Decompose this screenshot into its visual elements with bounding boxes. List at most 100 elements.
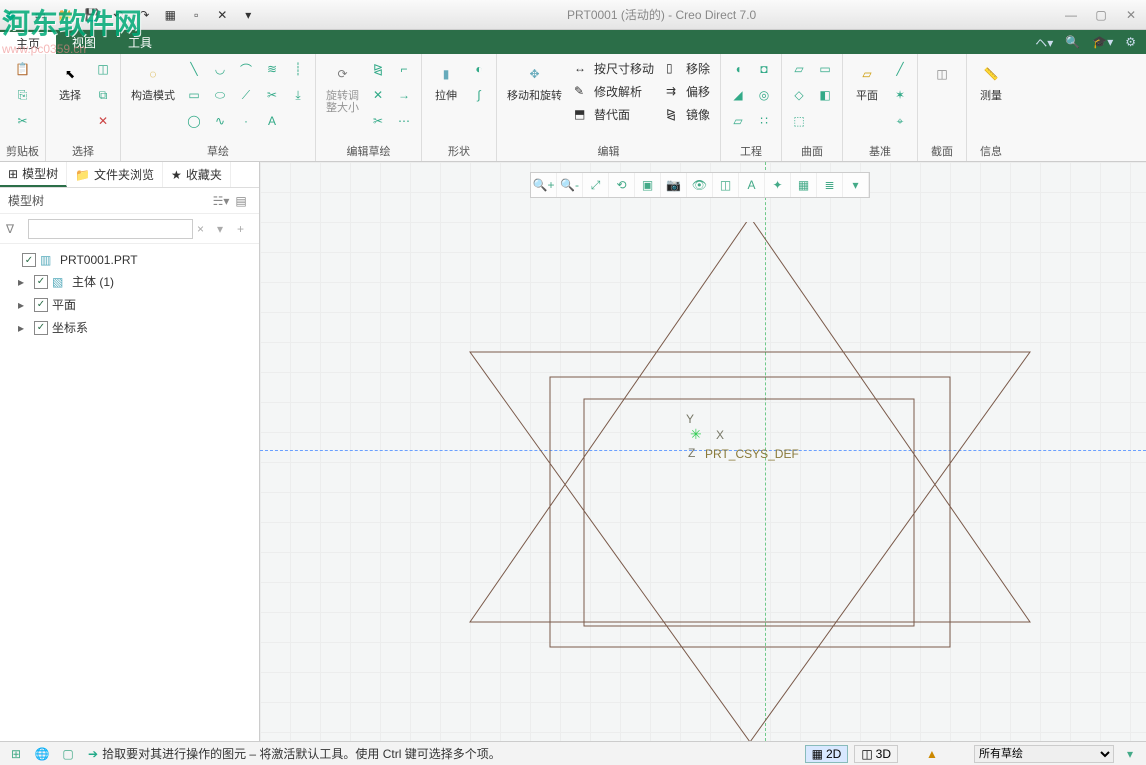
shell-icon[interactable]: ◘ [753, 58, 775, 80]
arc-icon[interactable]: ◡ [209, 58, 231, 80]
view-manager-icon[interactable]: 👁 [687, 173, 713, 197]
pattern-sk-icon[interactable]: ⋯ [393, 110, 415, 132]
search-dropdown-icon[interactable]: ▾ [217, 222, 233, 236]
save-icon[interactable]: 💾 [81, 5, 103, 25]
offset-sketch-icon[interactable]: ≋ [261, 58, 283, 80]
zoom-out-icon[interactable]: 🔍- [557, 173, 583, 197]
view-dropdown-icon[interactable]: ▾ [843, 173, 869, 197]
annotation-icon[interactable]: A [739, 173, 765, 197]
modify-analytic-button[interactable]: ✎修改解析 [570, 81, 658, 102]
spin-center-icon[interactable]: ✦ [765, 173, 791, 197]
tree-settings-icon[interactable]: ☵▾ [211, 191, 231, 211]
surf3-icon[interactable]: ⬚ [788, 110, 810, 132]
tab-model-tree[interactable]: ⊞模型树 [0, 162, 67, 187]
undo-icon[interactable]: ↶ [107, 5, 129, 25]
project-icon[interactable]: ⤓ [287, 84, 309, 106]
new-icon[interactable]: ▭ [29, 5, 51, 25]
status-filter-icon[interactable]: ▲ [922, 745, 942, 763]
tree-show-icon[interactable]: ▤ [231, 191, 251, 211]
minimize-button[interactable]: — [1056, 3, 1086, 27]
surf2-icon[interactable]: ◇ [788, 84, 810, 106]
redo-icon[interactable]: ↷ [133, 5, 155, 25]
line-icon[interactable]: ╲ [183, 58, 205, 80]
point3d-icon[interactable]: ✶ [889, 84, 911, 106]
replace-face-button[interactable]: ⬒替代面 [570, 104, 658, 125]
perspective-icon[interactable]: ▦ [791, 173, 817, 197]
gear-icon[interactable]: ⚙ [1125, 35, 1136, 49]
circle-icon[interactable]: ◯ [183, 110, 205, 132]
drawing-canvas[interactable]: 🔍+ 🔍- ⤢ ⟲ ▣ 📷 👁 ◫ A ✦ ▦ ≣ ▾ Y [260, 162, 1146, 741]
mirror-sk-icon[interactable]: ⧎ [367, 58, 389, 80]
extrude-button[interactable]: ▮ 拉伸 [428, 58, 464, 104]
zoom-fit-icon[interactable]: ⤢ [583, 173, 609, 197]
checkbox-icon[interactable]: ✓ [34, 275, 48, 289]
checkbox-icon[interactable]: ✓ [34, 298, 48, 312]
close-doc-icon[interactable]: ✕ [211, 5, 233, 25]
tree-root[interactable]: ✓ ▥ PRT0001.PRT [4, 250, 255, 270]
fillet-icon[interactable]: ⌒ [235, 58, 257, 80]
spline-icon[interactable]: ∿ [209, 110, 231, 132]
offset-button[interactable]: ⇉偏移 [662, 81, 714, 102]
ribbon-help-icon[interactable]: ヘ▾ [1035, 34, 1053, 51]
divide-icon[interactable]: ✕ [367, 84, 389, 106]
regen-icon[interactable]: ▦ [159, 5, 181, 25]
maximize-button[interactable]: ▢ [1086, 3, 1116, 27]
construct-mode-button[interactable]: ◌ 构造模式 [127, 58, 179, 104]
qat-dropdown-icon[interactable]: ▾ [237, 5, 259, 25]
extend-icon[interactable]: → [393, 84, 415, 106]
surf1-icon[interactable]: ▱ [788, 58, 810, 80]
trim-icon[interactable]: ✂ [261, 84, 283, 106]
axis-icon[interactable]: ╱ [889, 58, 911, 80]
status-web-icon[interactable]: 🌐 [32, 745, 52, 763]
point-icon[interactable]: · [235, 110, 257, 132]
expand-icon[interactable]: ▸ [18, 275, 30, 289]
hole-icon[interactable]: ◎ [753, 84, 775, 106]
draft-icon[interactable]: ▱ [727, 110, 749, 132]
windows-icon[interactable]: ▫ [185, 5, 207, 25]
select-chain-icon[interactable]: ⧉ [92, 84, 114, 106]
tree-search-input[interactable] [28, 219, 193, 239]
section-button[interactable]: ◫ [924, 58, 960, 104]
text-icon[interactable]: A [261, 110, 283, 132]
ellipse-icon[interactable]: ⬭ [209, 84, 231, 106]
display-style-icon[interactable]: ▣ [635, 173, 661, 197]
close-button[interactable]: ✕ [1116, 3, 1146, 27]
datum-display-icon[interactable]: ◫ [713, 173, 739, 197]
mode-3d-button[interactable]: ◫3D [854, 745, 898, 763]
chamfer-icon[interactable]: ⟋ [235, 84, 257, 106]
clear-search-icon[interactable]: × [197, 222, 213, 236]
surf4-icon[interactable]: ▭ [814, 58, 836, 80]
layers-icon[interactable]: ≣ [817, 173, 843, 197]
status-tree-icon[interactable]: ⊞ [6, 745, 26, 763]
saved-view-icon[interactable]: 📷 [661, 173, 687, 197]
tree-csys[interactable]: ▸ ✓ 坐标系 [4, 316, 255, 339]
corner-icon[interactable]: ⌐ [393, 58, 415, 80]
select-box-icon[interactable]: ◫ [92, 58, 114, 80]
rotate-resize-button[interactable]: ⟳ 旋转调 整大小 [322, 58, 363, 116]
refit-icon[interactable]: ⟲ [609, 173, 635, 197]
mode-2d-button[interactable]: ▦2D [805, 745, 849, 763]
tab-folder-browser[interactable]: 📁文件夹浏览 [67, 162, 163, 187]
tab-view[interactable]: 视图 [56, 30, 112, 54]
chamfer3d-icon[interactable]: ◢ [727, 84, 749, 106]
copy-icon[interactable]: ⎘ [12, 84, 34, 106]
search-icon[interactable]: 🔍 [1065, 35, 1080, 49]
pattern-icon[interactable]: ∷ [753, 110, 775, 132]
user-icon[interactable]: 🎓▾ [1092, 35, 1113, 49]
selection-filter-dropdown[interactable]: 所有草绘 [974, 745, 1114, 763]
revolve-icon[interactable]: ◐ [468, 58, 490, 80]
zoom-in-icon[interactable]: 🔍+ [531, 173, 557, 197]
csys-icon[interactable]: ⌖ [889, 110, 911, 132]
round-icon[interactable]: ◖ [727, 58, 749, 80]
checkbox-icon[interactable]: ✓ [34, 321, 48, 335]
centerline-icon[interactable]: ┊ [287, 58, 309, 80]
plane-button[interactable]: ▱ 平面 [849, 58, 885, 104]
add-filter-icon[interactable]: + [237, 222, 253, 236]
expand-icon[interactable] [6, 253, 18, 267]
expand-icon[interactable]: ▸ [18, 321, 30, 335]
status-box-icon[interactable]: ▢ [58, 745, 78, 763]
move-by-dim-button[interactable]: ↔按尺寸移动 [570, 58, 658, 79]
move-rotate-button[interactable]: ✥ 移动和旋转 [503, 58, 566, 104]
rect-icon[interactable]: ▭ [183, 84, 205, 106]
remove-button[interactable]: ▯移除 [662, 58, 714, 79]
